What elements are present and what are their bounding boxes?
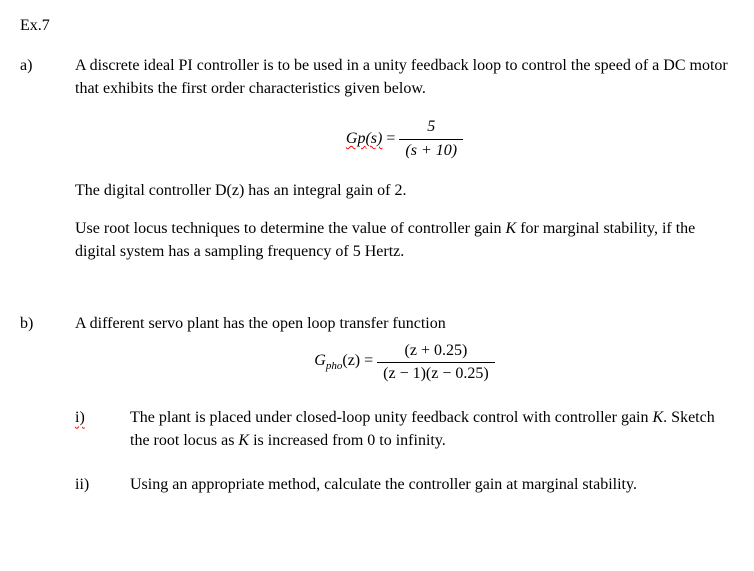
bi-K1: K: [653, 409, 664, 426]
part-a-line3-K: K: [506, 220, 517, 237]
part-b-ii: ii) Using an appropriate method, calcula…: [75, 474, 734, 496]
part-b-label: b): [20, 313, 75, 518]
eqb-arg: (z) =: [342, 352, 373, 369]
part-a-equation: Gp(s) = 5 (s + 10): [75, 116, 734, 162]
part-a-line3: Use root locus techniques to determine t…: [75, 218, 734, 263]
eqb-num: (z + 0.25): [377, 340, 495, 363]
part-a-line2: The digital controller D(z) has an integ…: [75, 180, 734, 202]
part-a-content: A discrete ideal PI controller is to be …: [75, 55, 734, 303]
bi-post: is increased from 0 to infinity.: [249, 432, 446, 449]
part-a-label: a): [20, 55, 75, 303]
part-a-intro: A discrete ideal PI controller is to be …: [75, 55, 734, 100]
eq-den: (s + 10): [399, 140, 463, 162]
part-a: a) A discrete ideal PI controller is to …: [20, 55, 734, 303]
eq-sign: =: [382, 130, 395, 147]
eq-num: 5: [399, 116, 463, 139]
bi-pre: The plant is placed under closed-loop un…: [130, 409, 653, 426]
part-b-equation: Gpho(z) = (z + 0.25) (z − 1)(z − 0.25): [75, 340, 734, 386]
eq-s: (s): [365, 130, 382, 147]
eqb-sub: pho: [326, 360, 343, 372]
part-b-content: A different servo plant has the open loo…: [75, 313, 734, 518]
part-b-i: i) The plant is placed under closed-loop…: [75, 407, 734, 452]
part-b-i-label: i): [75, 407, 130, 452]
part-a-line3-pre: Use root locus techniques to determine t…: [75, 220, 506, 237]
eqb-den: (z − 1)(z − 0.25): [377, 363, 495, 385]
part-b: b) A different servo plant has the open …: [20, 313, 734, 518]
part-b-i-label-text: i): [75, 409, 85, 426]
bi-K2: K: [238, 432, 249, 449]
part-b-intro: A different servo plant has the open loo…: [75, 313, 734, 335]
eq-gp: Gp: [346, 130, 366, 147]
part-b-ii-label: ii): [75, 474, 130, 496]
eqb-G: G: [314, 352, 326, 369]
part-b-ii-text: Using an appropriate method, calculate t…: [130, 474, 734, 496]
part-b-i-text: The plant is placed under closed-loop un…: [130, 407, 734, 452]
exercise-header: Ex.7: [20, 15, 734, 37]
